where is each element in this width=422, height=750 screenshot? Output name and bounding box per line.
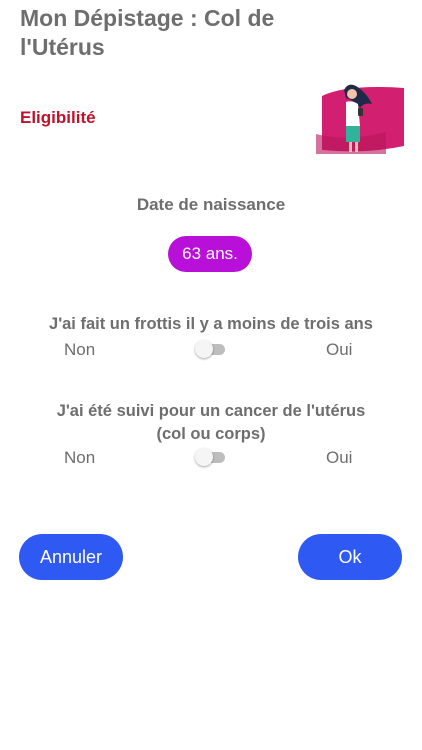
age-badge[interactable]: 63 ans.: [168, 236, 252, 272]
page-title: Mon Dépistage : Col de l'Utérus: [20, 5, 275, 60]
cancer-followup-toggle[interactable]: [195, 448, 227, 466]
section-title-eligibility: Eligibilité: [20, 108, 96, 127]
cancel-button[interactable]: Annuler: [19, 534, 123, 580]
option-no-2: Non: [64, 448, 96, 467]
toggle-knob: [195, 340, 213, 358]
toggle-knob: [195, 448, 213, 466]
option-yes-2: Oui: [326, 448, 353, 467]
ok-button[interactable]: Ok: [298, 534, 402, 580]
woman-with-phone-illustration: [316, 84, 404, 154]
option-no-1: Non: [64, 340, 96, 359]
birth-date-label: Date de naissance: [136, 195, 286, 214]
question-cancer-followup: J'ai été suivi pour un cancer de l'utéru…: [56, 402, 366, 443]
smear-test-toggle[interactable]: [195, 340, 227, 358]
question-smear-test: J'ai fait un frottis il y a moins de tro…: [49, 315, 373, 333]
option-yes-1: Oui: [326, 340, 353, 359]
